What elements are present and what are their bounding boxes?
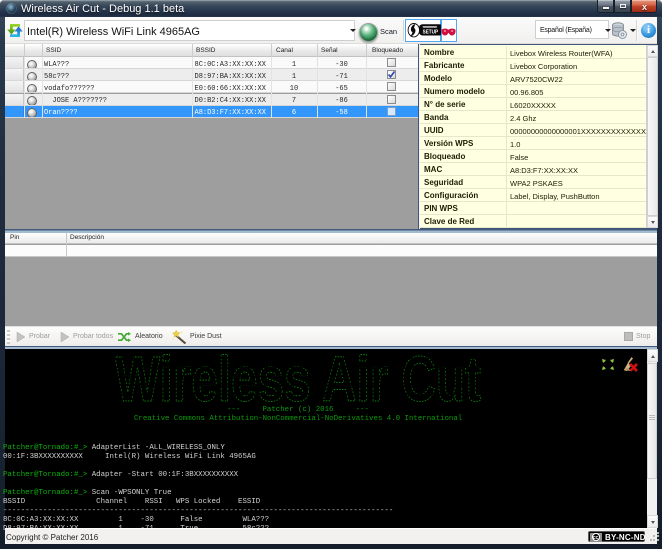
svg-text:SETUP: SETUP <box>423 29 439 35</box>
